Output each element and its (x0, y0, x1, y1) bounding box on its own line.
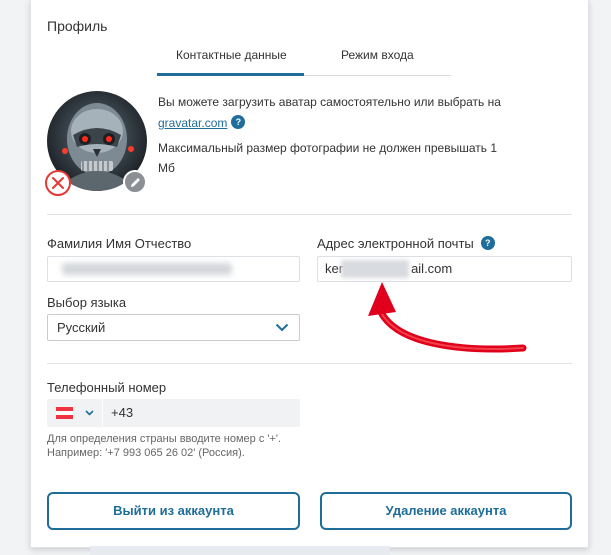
email-suffix: ail.com (411, 261, 453, 276)
tab-login-mode[interactable]: Режим входа (341, 48, 414, 62)
avatar-upload-label: Вы можете загрузить аватар самостоятельн… (158, 95, 501, 109)
language-select[interactable]: Русский (47, 314, 300, 341)
background-panel (90, 546, 390, 555)
pencil-icon (131, 178, 140, 187)
phone-separator (102, 399, 103, 427)
logout-button[interactable]: Выйти из аккаунта (47, 492, 300, 530)
delete-account-button[interactable]: Удаление аккаунта (320, 492, 572, 530)
tab-contact-details[interactable]: Контактные данные (176, 48, 287, 62)
language-label: Выбор языка (47, 295, 127, 310)
avatar-size-note: Максимальный размер фотографии не должен… (158, 141, 498, 175)
profile-card: Профиль Контактные данные Режим входа Вы… (30, 0, 589, 548)
help-icon[interactable]: ? (231, 115, 246, 129)
full-name-input[interactable] (47, 256, 300, 282)
full-name-label: Фамилия Имя Отчество (47, 236, 192, 251)
divider (47, 214, 572, 215)
phone-input[interactable]: +43 (47, 399, 300, 427)
redacted-name (62, 263, 232, 275)
divider (47, 363, 572, 364)
avatar-upload-text: Вы можете загрузить аватар самостоятельн… (158, 92, 508, 134)
phone-value: +43 (111, 405, 134, 420)
email-label: Адрес электронной почты? (317, 236, 495, 251)
email-label-text: Адрес электронной почты (317, 236, 474, 251)
chevron-down-icon (275, 323, 289, 332)
close-icon (52, 177, 64, 189)
active-tab-indicator (157, 73, 304, 76)
gravatar-link[interactable]: gravatar.com (158, 116, 227, 130)
phone-hint: Для определения страны вводите номер с '… (47, 433, 282, 459)
austria-flag-icon[interactable] (56, 407, 73, 419)
remove-avatar-button[interactable] (45, 170, 71, 196)
language-value: Русский (57, 320, 106, 335)
edit-avatar-button[interactable] (123, 170, 147, 194)
chevron-down-icon[interactable] (85, 410, 94, 416)
page-title: Профиль (47, 18, 108, 34)
help-icon[interactable]: ? (480, 236, 495, 250)
phone-label: Телефонный номер (47, 380, 167, 395)
tab-bar: Контактные данные Режим входа (157, 44, 451, 76)
annotation-arrow (368, 282, 527, 353)
